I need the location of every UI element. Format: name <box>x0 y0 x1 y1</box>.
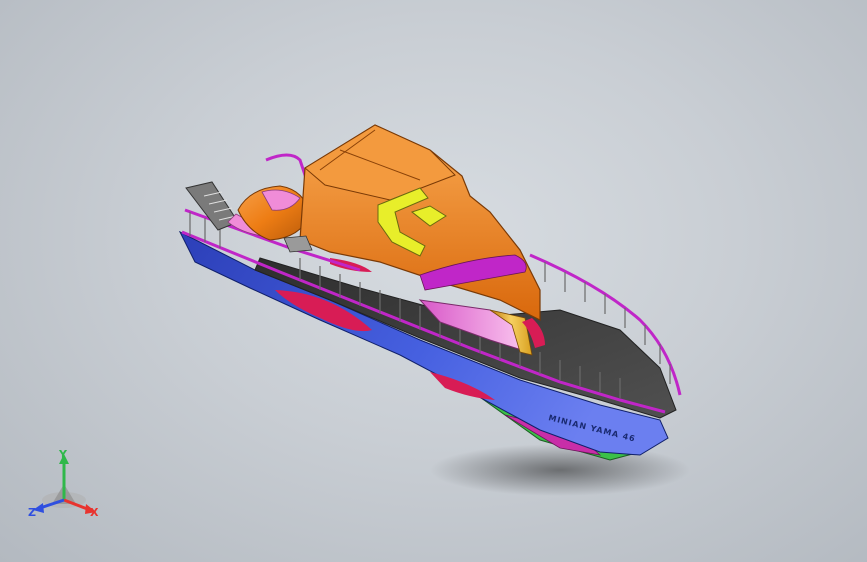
boat-3d-model[interactable]: MINIAN YAMA 46 <box>0 0 867 562</box>
model-shadow <box>430 444 690 496</box>
triad-graphic: Y X Z <box>28 448 99 519</box>
hull-stripe-red-upper <box>330 258 372 272</box>
triad-x-label: X <box>90 506 99 519</box>
graphics-viewport[interactable]: MINIAN YAMA 46 Y X Z <box>0 0 867 562</box>
orientation-triad[interactable]: Y X Z <box>24 448 104 524</box>
triad-z-label: Z <box>28 506 36 519</box>
triad-y-label: Y <box>58 448 68 461</box>
